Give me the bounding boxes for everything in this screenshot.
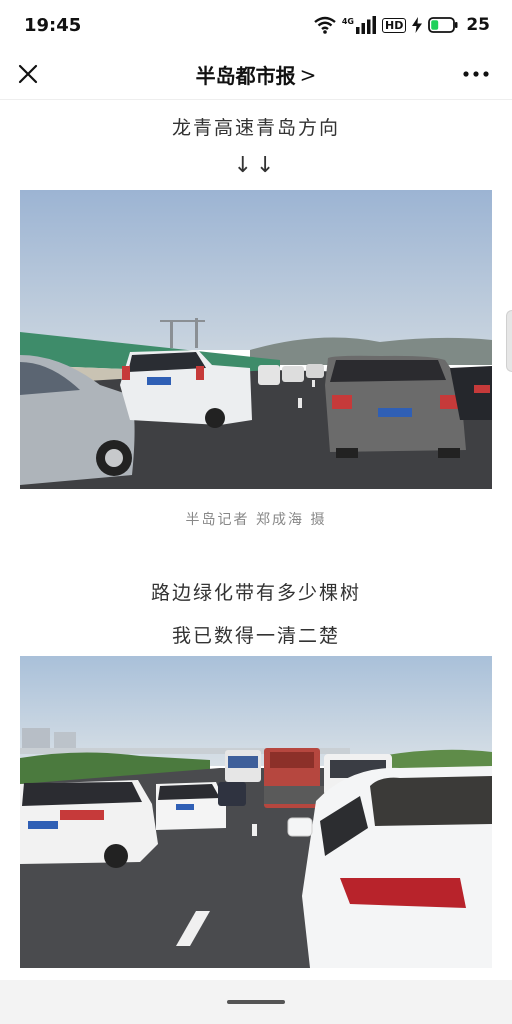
charging-icon [412,17,423,33]
status-time: 19:45 [24,14,82,36]
home-indicator[interactable] [227,1000,285,1004]
article-heading: 龙青高速青岛方向 [171,117,340,139]
battery-icon [428,17,458,33]
hd-icon: HD [381,17,407,33]
traffic-photo-1[interactable] [20,190,492,489]
traffic-photo-1-image [20,190,492,489]
down-arrows: ↓↓ [233,153,279,178]
wifi-icon [314,16,336,34]
traffic-photo-2-image [20,656,492,968]
article-text-line-3: 我已数得一清二楚 [171,625,340,647]
close-icon [18,64,38,84]
more-icon [463,71,489,77]
traffic-photo-2[interactable] [20,656,492,968]
close-button[interactable] [12,58,44,90]
signal-icon [355,16,376,34]
status-icons: 4G HD 25 [314,15,490,35]
chevron-right-icon: > [299,62,317,87]
account-title-link[interactable]: 半岛都市报 > [196,60,317,89]
nav-bar: 半岛都市报 > [0,50,512,100]
article-content[interactable]: 龙青高速青岛方向 ↓↓ 半岛记者 郑成海 摄 路边绿化带有多少棵树 我已数得一清… [0,101,512,981]
network-type-label: 4G [341,17,354,26]
photo-caption: 半岛记者 郑成海 摄 [185,512,327,528]
page-title: 半岛都市报 [195,64,296,88]
bottom-bar [0,980,512,1024]
more-button[interactable] [460,58,492,90]
article-text-line-2: 路边绿化带有多少棵树 [150,582,361,604]
side-pull-tab[interactable] [506,310,512,372]
status-bar: 19:45 4G HD 25 [0,0,512,50]
battery-level: 25 [466,15,490,35]
